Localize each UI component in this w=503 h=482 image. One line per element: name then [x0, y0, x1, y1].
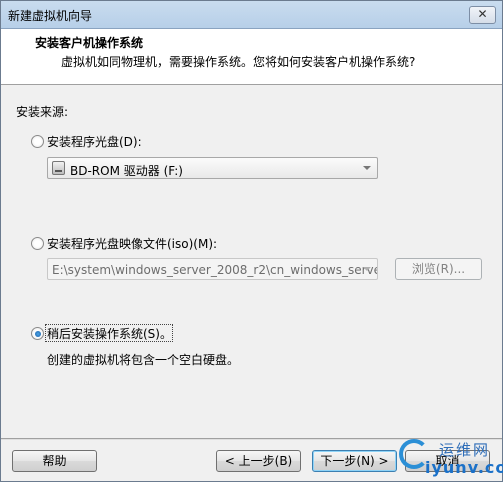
help-button[interactable]: 帮助 [12, 450, 97, 472]
install-later-description: 创建的虚拟机将包含一个空白硬盘。 [47, 353, 240, 367]
window-title: 新建虚拟机向导 [8, 9, 93, 23]
install-later-label[interactable]: 稍后安装操作系统(S)。 [47, 325, 172, 342]
radio-install-later[interactable] [31, 327, 44, 340]
iso-path-input[interactable]: E:\system\windows_server_2008_r2\cn_wind… [47, 258, 378, 280]
install-source-label: 安装来源: [16, 105, 69, 119]
title-bar[interactable]: 新建虚拟机向导 ✕ [1, 1, 502, 29]
chevron-down-icon [363, 166, 371, 170]
watermark-cn: 运维网 [439, 441, 491, 459]
wizard-window: 新建虚拟机向导 ✕ 安装客户机操作系统 虚拟机如同物理机，需要操作系统。您将如何… [0, 0, 503, 482]
iso-image-label[interactable]: 安装程序光盘映像文件(iso)(M): [47, 235, 217, 252]
installer-disc-label[interactable]: 安装程序光盘(D): [47, 133, 142, 150]
back-button[interactable]: < 上一步(B) [216, 450, 301, 472]
site-watermark: 运维网 iyunv.com [397, 437, 503, 481]
page-title: 安装客户机操作系统 [35, 36, 144, 50]
browse-button[interactable]: 浏览(R)... [395, 258, 482, 280]
iso-path-value: E:\system\windows_server_2008_r2\cn_wind… [52, 263, 378, 277]
disc-drive-value: BD-ROM 驱动器 (F:) [70, 164, 183, 178]
disc-drive-select[interactable]: BD-ROM 驱动器 (F:) [47, 157, 378, 179]
close-button[interactable]: ✕ [469, 6, 496, 24]
page-description: 虚拟机如同物理机，需要操作系统。您将如何安装客户机操作系统? [61, 55, 416, 69]
wizard-header: 安装客户机操作系统 虚拟机如同物理机，需要操作系统。您将如何安装客户机操作系统? [1, 29, 502, 85]
radio-iso-image[interactable] [31, 237, 44, 250]
radio-installer-disc[interactable] [31, 135, 44, 148]
next-button[interactable]: 下一步(N) > [312, 450, 397, 472]
watermark-en: iyunv.com [425, 458, 503, 477]
close-icon: ✕ [477, 7, 488, 21]
optical-drive-icon [52, 161, 65, 175]
chevron-down-icon [363, 267, 371, 271]
